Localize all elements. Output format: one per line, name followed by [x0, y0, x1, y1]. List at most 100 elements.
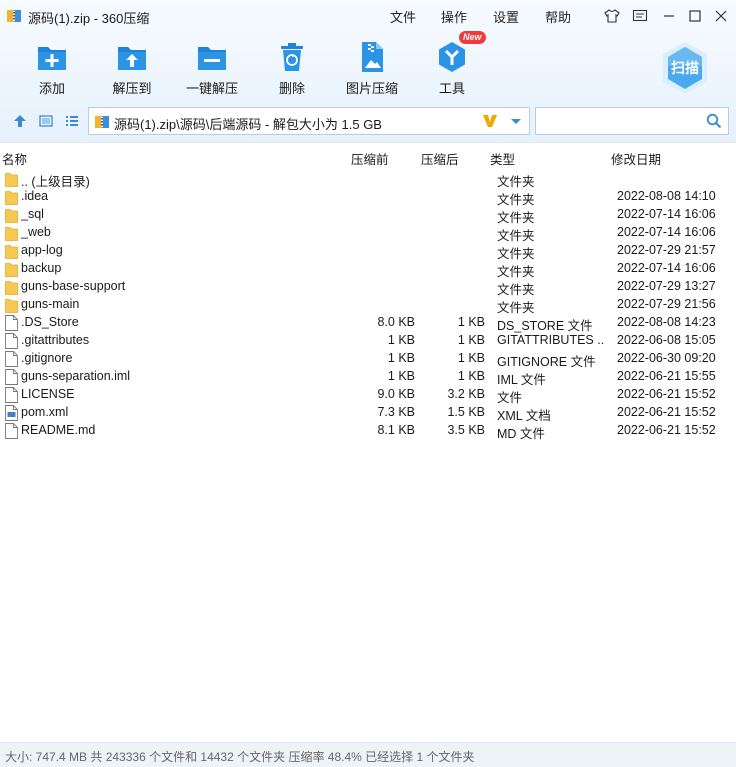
file-name: LICENSE	[21, 387, 75, 401]
modified-date: 2022-07-14 16:06	[617, 261, 716, 275]
zip-app-icon	[7, 10, 21, 22]
folder-icon	[5, 279, 18, 295]
search-box[interactable]	[535, 107, 729, 135]
search-icon[interactable]	[706, 113, 722, 129]
file-name: .gitattributes	[21, 333, 90, 347]
original-size: 1 KB	[387, 333, 415, 347]
compressed-size: 1 KB	[457, 333, 485, 347]
file-row[interactable]: .gitignore 1 KB 1 KB GITIGNORE 文件 2022-06-30…	[0, 350, 736, 369]
folder-row[interactable]: guns-main 文件夹 2022-07-29 21:56	[0, 296, 736, 315]
skin-icon[interactable]	[601, 6, 623, 26]
modified-date: 2022-07-14 16:06	[617, 207, 716, 221]
file-row[interactable]: LICENSE 9.0 KB 3.2 KB 文件 2022-06-21 15:52	[0, 386, 736, 405]
folder-row[interactable]: app-log 文件夹 2022-07-29 21:57	[0, 242, 736, 261]
file-name: app-log	[21, 243, 63, 257]
app-window: 源码(1).zip - 360压缩 文件 操作 设置 帮助 添加 解压到 一键解…	[0, 0, 736, 767]
file-row[interactable]: pom.xml 7.3 KB 1.5 KB XML 文档 2022-06-21 15:5…	[0, 404, 736, 423]
feedback-icon[interactable]	[629, 6, 651, 26]
folder-icon	[5, 225, 18, 241]
menu-file[interactable]: 文件	[390, 7, 416, 26]
original-size: 1 KB	[387, 369, 415, 383]
one-click-extract-button[interactable]: 一键解压	[173, 38, 251, 98]
folder-icon	[5, 297, 18, 313]
compressed-size: 1 KB	[457, 369, 485, 383]
file-name: guns-separation.iml	[21, 369, 131, 383]
modified-date: 2022-07-14 16:06	[617, 225, 716, 239]
view-list-button[interactable]	[63, 112, 81, 130]
folder-icon	[5, 207, 18, 223]
compressed-size: 1.5 KB	[447, 405, 485, 419]
column-header-type[interactable]: 类型	[490, 149, 515, 168]
column-header-modified[interactable]: 修改日期	[611, 149, 661, 168]
list-view-icon	[66, 116, 78, 126]
zip-file-icon	[95, 116, 109, 128]
scan-button[interactable]: 扫描	[659, 40, 711, 96]
delete-button[interactable]: 删除	[253, 38, 331, 98]
file-name: .DS_Store	[21, 315, 79, 329]
original-size: 7.3 KB	[377, 405, 415, 419]
image-compress-label: 图片压缩	[345, 81, 398, 96]
folder-row[interactable]: backup 文件夹 2022-07-14 16:06	[0, 260, 736, 279]
folder-row[interactable]: _web 文件夹 2022-07-14 16:06	[0, 224, 736, 243]
verified-v-icon[interactable]	[481, 112, 499, 130]
file-row[interactable]: .gitattributes 1 KB 1 KB GITATTRIBUTES ... 2…	[0, 332, 736, 350]
file-row[interactable]: guns-separation.iml 1 KB 1 KB IML 文件 2022-06…	[0, 368, 736, 387]
extract-to-label: 解压到	[112, 81, 152, 96]
extract-to-button[interactable]: 解压到	[93, 38, 171, 98]
add-icon	[38, 47, 66, 70]
file-name: .gitignore	[21, 351, 73, 365]
modified-date: 2022-06-21 15:55	[617, 369, 716, 383]
maximize-icon[interactable]	[684, 6, 706, 26]
compressed-size: 1 KB	[457, 315, 485, 329]
modified-date: 2022-06-21 15:52	[617, 405, 716, 419]
view-thumbnail-button[interactable]	[37, 112, 55, 130]
column-header-name[interactable]: 名称	[2, 149, 27, 168]
tools-icon	[439, 42, 465, 72]
file-icon	[5, 315, 18, 331]
file-list[interactable]: 名称 压缩前 压缩后 类型 修改日期 .. (上级目录) 文件夹 .idea 文件夹 2…	[0, 142, 736, 742]
file-icon	[5, 369, 18, 385]
modified-date: 2022-07-29 21:57	[617, 243, 716, 257]
folder-row[interactable]: .. (上级目录) 文件夹	[0, 170, 736, 189]
folder-row[interactable]: guns-base-support 文件夹 2022-07-29 13:27	[0, 278, 736, 297]
modified-date: 2022-08-08 14:23	[617, 315, 716, 329]
modified-date: 2022-06-21 15:52	[617, 423, 716, 437]
new-badge: New	[459, 31, 486, 44]
one-click-extract-icon	[198, 47, 226, 70]
header-area: 源码(1).zip - 360压缩 文件 操作 设置 帮助 添加 解压到 一键解…	[0, 0, 736, 142]
search-input[interactable]	[540, 111, 700, 131]
file-name: _web	[21, 225, 51, 239]
file-row[interactable]: .DS_Store 8.0 KB 1 KB DS_STORE 文件 2022-08-08…	[0, 314, 736, 333]
column-header-original-size[interactable]: 压缩前	[351, 149, 389, 168]
compressed-size: 3.5 KB	[447, 423, 485, 437]
up-level-button[interactable]	[11, 112, 29, 130]
file-row[interactable]: README.md 8.1 KB 3.5 KB MD 文件 2022-06-21 15:…	[0, 422, 736, 441]
chevron-down-icon[interactable]	[508, 113, 524, 129]
folder-row[interactable]: _sql 文件夹 2022-07-14 16:06	[0, 206, 736, 225]
add-label: 添加	[38, 81, 65, 96]
minimize-icon[interactable]	[658, 6, 680, 26]
delete-label: 删除	[278, 81, 305, 96]
menu-settings[interactable]: 设置	[493, 7, 519, 26]
menu-operate[interactable]: 操作	[441, 7, 467, 26]
thumbnail-view-icon	[39, 115, 53, 127]
status-bar: 大小: 747.4 MB 共 243336 个文件和 14432 个文件夹 压缩…	[0, 742, 736, 767]
file-name: README.md	[21, 423, 96, 437]
column-header-compressed-size[interactable]: 压缩后	[421, 149, 459, 168]
image-compress-button[interactable]: 图片压缩	[333, 38, 411, 98]
folder-icon	[5, 261, 18, 277]
folder-row[interactable]: .idea 文件夹 2022-08-08 14:10	[0, 188, 736, 207]
close-icon[interactable]	[710, 6, 732, 26]
tools-button[interactable]: New 工具	[413, 31, 491, 98]
folder-icon	[5, 243, 18, 259]
modified-date: 2022-08-08 14:10	[617, 189, 716, 203]
add-button[interactable]: 添加	[13, 38, 91, 98]
file-type: GITATTRIBUTES ...	[497, 333, 605, 347]
folder-icon	[5, 171, 18, 187]
file-name: pom.xml	[21, 405, 69, 419]
scan-label: 扫描	[671, 60, 699, 76]
menu-help[interactable]: 帮助	[545, 7, 571, 26]
address-bar[interactable]: 源码(1).zip\源码\后端源码 - 解包大小为 1.5 GB	[88, 107, 530, 135]
modified-date: 2022-06-21 15:52	[617, 387, 716, 401]
compressed-size: 1 KB	[457, 351, 485, 365]
